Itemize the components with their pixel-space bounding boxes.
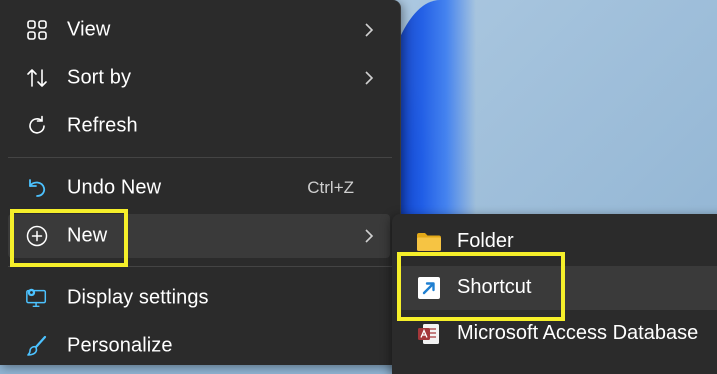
menu-item-new[interactable]: New [8,214,390,258]
submenu-item-label: Folder [457,230,514,252]
menu-item-label: View [67,18,111,41]
submenu-item-label: Microsoft Access Database [457,322,699,344]
undo-icon [25,176,49,200]
access-icon [416,322,442,346]
menu-item-view[interactable]: View [8,8,390,52]
chevron-right-icon [360,69,378,87]
menu-item-label: Refresh [67,114,138,137]
menu-item-label: Undo New [67,176,162,199]
menu-item-label: Sort by [67,66,132,89]
new-submenu: Folder Shortcut Microsoft Access Databas… [392,214,717,374]
brush-icon [25,334,49,358]
desktop-context-menu: View Sort by Refresh Undo New Ctrl+Z New… [0,0,401,365]
menu-separator [8,157,392,158]
refresh-icon [25,114,49,138]
menu-item-display-settings[interactable]: Display settings [8,276,390,320]
submenu-item-access-database[interactable]: Microsoft Access Database [398,312,717,356]
sort-icon [25,66,49,90]
chevron-right-icon [360,227,378,245]
menu-item-undo-new[interactable]: Undo New Ctrl+Z [8,166,390,210]
menu-item-refresh[interactable]: Refresh [8,104,390,148]
menu-item-personalize[interactable]: Personalize [8,324,390,368]
shortcut-icon [416,276,442,300]
display-settings-icon [25,286,49,310]
chevron-right-icon [360,21,378,39]
submenu-item-folder[interactable]: Folder [398,220,717,264]
menu-item-label: Personalize [67,334,173,357]
add-circle-icon [25,224,49,248]
folder-icon [416,230,442,254]
menu-item-label: Display settings [67,286,209,309]
menu-separator [8,266,392,267]
menu-item-label: New [67,224,108,247]
submenu-item-shortcut[interactable]: Shortcut [398,266,717,310]
submenu-item-label: Shortcut [457,276,532,298]
grid-icon [25,18,49,42]
menu-item-sort-by[interactable]: Sort by [8,56,390,100]
keyboard-shortcut: Ctrl+Z [307,178,354,197]
